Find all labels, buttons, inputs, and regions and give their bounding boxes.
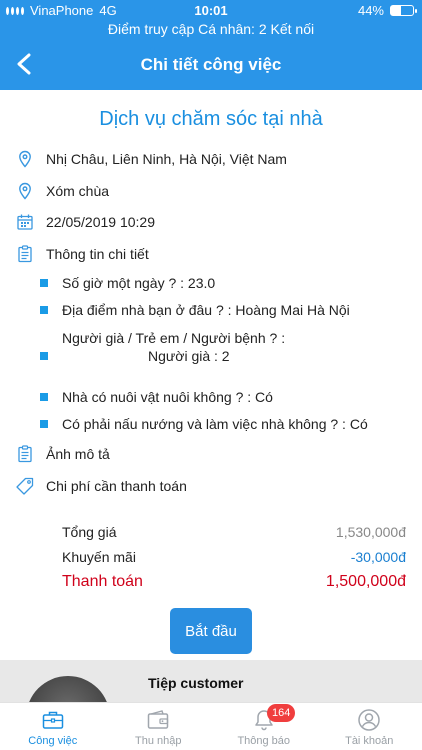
battery-percent: 44%	[357, 3, 384, 18]
tab-income[interactable]: Thu nhập	[106, 703, 212, 750]
job-detail: Dịch vụ chăm sóc tại nhà Nhị Châu, Liên …	[0, 90, 422, 660]
discount-label: Khuyến mãi	[62, 549, 136, 565]
total-row: Tổng giá 1,530,000đ	[62, 524, 406, 540]
service-title: Dịch vụ chăm sóc tại nhà	[99, 108, 323, 130]
address-row: Nhị Châu, Liên Ninh, Hà Nội, Việt Nam	[16, 150, 412, 168]
start-button[interactable]: Bắt đầu	[170, 608, 252, 654]
address-detail-row: Xóm chùa	[16, 182, 412, 200]
user-icon	[358, 709, 380, 731]
detail-item: Người già / Trẻ em / Người bệnh ? : Ngườ…	[40, 330, 400, 370]
notification-badge: 164	[267, 704, 296, 722]
bullet-square-icon	[40, 306, 48, 314]
calendar-icon	[16, 213, 34, 231]
cost-heading-row: Chi phí cần thanh toán	[16, 477, 412, 495]
pay-label: Thanh toán	[62, 573, 143, 590]
bullet-square-icon	[40, 420, 48, 428]
customer-name: Tiệp customer	[148, 675, 244, 691]
wallet-icon	[148, 710, 169, 729]
status-bar: VinaPhone 4G 10:01 44%	[0, 0, 422, 20]
battery-icon	[390, 5, 417, 16]
clipboard-icon	[16, 445, 34, 463]
nav-bar: Chi tiết công việc	[0, 42, 422, 88]
address-detail-text: Xóm chùa	[46, 183, 110, 199]
total-value: 1,530,000đ	[335, 524, 406, 540]
detail-item: Địa điểm nhà bạn ở đâu ? : Hoàng Mai Hà …	[40, 302, 350, 318]
briefcase-icon	[42, 711, 63, 729]
total-label: Tổng giá	[62, 524, 117, 540]
address-text: Nhị Châu, Liên Ninh, Hà Nội, Việt Nam	[46, 151, 287, 167]
tab-account[interactable]: Tài khoản	[317, 703, 422, 750]
detail-item: Có phải nấu nướng và làm việc nhà không …	[40, 416, 368, 432]
bullet-square-icon	[40, 279, 48, 287]
discount-value: -30,000đ	[350, 549, 406, 565]
datetime-text: 22/05/2019 10:29	[46, 214, 155, 230]
clipboard-icon	[16, 245, 34, 263]
details-heading: Thông tin chi tiết	[46, 246, 149, 262]
price-tag-icon	[16, 477, 34, 495]
cost-heading: Chi phí cần thanh toán	[46, 478, 187, 494]
images-heading-row[interactable]: Ảnh mô tả	[16, 445, 412, 463]
hotspot-banner[interactable]: Điểm truy cập Cá nhân: 2 Kết nối	[0, 21, 422, 37]
location-pin-icon	[16, 182, 34, 200]
details-heading-row: Thông tin chi tiết	[16, 245, 412, 263]
images-heading: Ảnh mô tả	[46, 446, 110, 462]
detail-item: Nhà có nuôi vật nuôi không ? : Có	[40, 389, 273, 405]
pay-row: Thanh toán 1,500,000đ	[62, 573, 406, 591]
battery-fill	[391, 6, 401, 15]
discount-row: Khuyến mãi -30,000đ	[62, 549, 406, 565]
tab-notifications[interactable]: Thông báo 164	[211, 703, 317, 750]
datetime-row: 22/05/2019 10:29	[16, 213, 412, 231]
pay-value: 1,500,000đ	[325, 573, 406, 590]
location-pin-icon	[16, 150, 34, 168]
tab-jobs[interactable]: Công việc	[0, 703, 106, 750]
header: VinaPhone 4G 10:01 44% Điểm truy cập Cá …	[0, 0, 422, 90]
detail-item: Số giờ một ngày ? : 23.0	[40, 275, 215, 291]
bullet-square-icon	[40, 352, 48, 360]
tab-bar: Công việc Thu nhập Thông báo 164 Tài kho…	[0, 702, 422, 750]
page-title: Chi tiết công việc	[140, 55, 282, 74]
bullet-square-icon	[40, 393, 48, 401]
